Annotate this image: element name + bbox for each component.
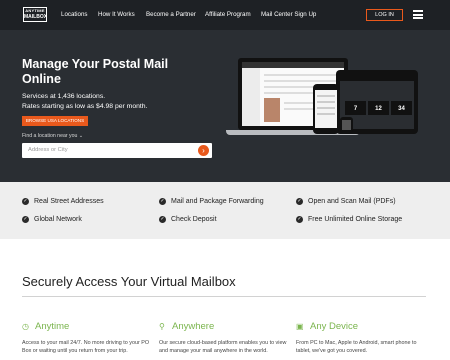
section-title: Securely Access Your Virtual Mailbox (22, 274, 236, 289)
column-heading-anywhere: Anywhere (172, 321, 215, 332)
check-icon: ✓ (22, 198, 29, 205)
clock-icon: ◷ (22, 322, 29, 331)
hero-section: Manage Your Postal Mail Online Services … (0, 30, 450, 182)
top-navigation: ANYTIME MAILBOX Locations How It Works B… (0, 0, 450, 30)
search-placeholder: Address or City (28, 147, 68, 153)
find-location-label[interactable]: Find a location near you ⌄ (22, 133, 83, 139)
section-divider (22, 296, 426, 297)
chevron-down-icon: ⌄ (78, 133, 84, 139)
feature-item: Real Street Addresses (34, 198, 104, 205)
column-text-any-device: From PC to Mac, Apple to Android, smart … (296, 340, 417, 354)
check-icon: ✓ (159, 198, 166, 205)
watch-illustration (340, 117, 353, 133)
hero-title: Manage Your Postal Mail Online (22, 57, 169, 86)
phone-illustration (313, 84, 339, 134)
globe-icon: ⚲ (159, 322, 165, 331)
features-strip: ✓ Real Street Addresses ✓ Mail and Packa… (0, 182, 450, 239)
hamburger-icon[interactable] (413, 10, 423, 19)
check-icon: ✓ (296, 216, 303, 223)
nav-link-mail-center-signup[interactable]: Mail Center Sign Up (261, 11, 316, 18)
feature-item: Mail and Package Forwarding (171, 198, 264, 205)
anytime-mailbox-logo[interactable]: ANYTIME MAILBOX (23, 7, 47, 22)
nav-link-become-partner[interactable]: Become a Partner (146, 11, 196, 18)
nav-link-locations[interactable]: Locations (61, 11, 88, 18)
arrow-right-icon[interactable]: › (198, 145, 209, 156)
column-heading-anytime: Anytime (35, 321, 70, 332)
browse-locations-button[interactable]: BROWSE USA LOCATIONS (22, 116, 88, 126)
column-text-anywhere: Our secure cloud-based platform enables … (159, 340, 287, 354)
column-heading-any-device: Any Device (310, 321, 359, 332)
devices-icon: ▣ (296, 322, 304, 331)
nav-link-affiliate-program[interactable]: Affiliate Program (205, 11, 251, 18)
login-button[interactable]: LOG IN (366, 9, 403, 21)
nav-link-how-it-works[interactable]: How It Works (98, 11, 135, 18)
feature-item: Global Network (34, 216, 82, 223)
feature-item: Check Deposit (171, 216, 217, 223)
location-search-field[interactable]: Address or City › (22, 143, 212, 158)
hero-subtitle: Services at 1,436 locations. Rates start… (22, 93, 148, 110)
feature-item: Free Unlimited Online Storage (308, 216, 403, 223)
feature-item: Open and Scan Mail (PDFs) (308, 198, 396, 205)
check-icon: ✓ (159, 216, 166, 223)
check-icon: ✓ (296, 198, 303, 205)
check-icon: ✓ (22, 216, 29, 223)
column-text-anytime: Access to your mail 24/7. No more drivin… (22, 340, 150, 354)
